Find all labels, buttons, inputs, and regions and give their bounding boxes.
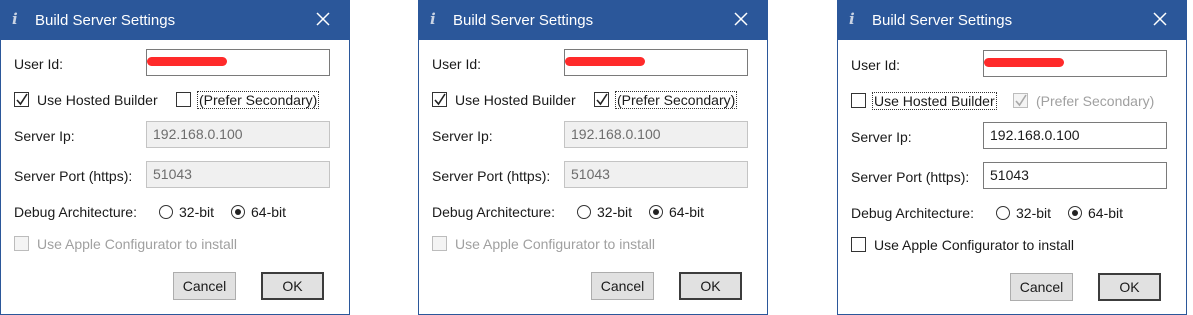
use-hosted-builder-label[interactable]: Use Hosted Builder	[872, 92, 997, 110]
server-ip-label: Server Ip:	[432, 128, 493, 144]
redaction-mark	[984, 58, 1064, 67]
prefer-secondary-label[interactable]: (Prefer Secondary)	[197, 91, 320, 109]
arch-64-bit-radio[interactable]	[231, 205, 245, 219]
arch-32-bit-label[interactable]: 32-bit	[597, 204, 632, 220]
user-id-input[interactable]	[146, 49, 330, 76]
server-ip-label: Server Ip:	[851, 129, 912, 145]
debug-architecture-label: Debug Architecture:	[851, 205, 974, 221]
server-ip-label: Server Ip:	[14, 128, 75, 144]
apple-configurator-label[interactable]: Use Apple Configurator to install	[37, 236, 237, 252]
dialog-title: Build Server Settings	[35, 12, 176, 29]
arch-32-bit-label[interactable]: 32-bit	[179, 204, 214, 220]
server-port-input[interactable]: 51043	[146, 161, 330, 188]
server-port-label: Server Port (https):	[432, 168, 551, 184]
user-id-label: User Id:	[432, 56, 482, 72]
arch-32-bit-radio[interactable]	[577, 205, 591, 219]
arch-32-bit-label[interactable]: 32-bit	[1016, 205, 1051, 221]
prefer-secondary-checkbox[interactable]	[1013, 93, 1028, 108]
dialog-title: Build Server Settings	[872, 12, 1013, 29]
apple-configurator-label[interactable]: Use Apple Configurator to install	[874, 237, 1074, 253]
use-hosted-builder-label[interactable]: Use Hosted Builder	[37, 92, 158, 108]
close-icon[interactable]	[313, 8, 333, 30]
prefer-secondary-label[interactable]: (Prefer Secondary)	[615, 91, 738, 109]
info-icon: i	[12, 10, 18, 28]
info-icon: i	[430, 10, 436, 28]
apple-configurator-checkbox[interactable]	[432, 236, 447, 251]
build-server-settings-dialog-1: i Build Server Settings User Id: Use Hos…	[0, 0, 350, 315]
arch-32-bit-radio[interactable]	[159, 205, 173, 219]
server-port-label: Server Port (https):	[851, 169, 970, 185]
prefer-secondary-label[interactable]: (Prefer Secondary)	[1036, 93, 1154, 109]
build-server-settings-dialog-2: i Build Server Settings User Id: Use Hos…	[418, 0, 768, 315]
user-id-input[interactable]	[564, 49, 748, 76]
debug-architecture-label: Debug Architecture:	[432, 204, 555, 220]
server-port-label: Server Port (https):	[14, 168, 133, 184]
cancel-button[interactable]: Cancel	[173, 272, 236, 300]
arch-64-bit-label[interactable]: 64-bit	[251, 204, 286, 220]
use-hosted-builder-checkbox[interactable]	[14, 92, 29, 107]
arch-64-bit-label[interactable]: 64-bit	[669, 204, 704, 220]
use-hosted-builder-checkbox[interactable]	[432, 92, 447, 107]
dialog-title: Build Server Settings	[453, 12, 594, 29]
use-hosted-builder-checkbox[interactable]	[851, 93, 866, 108]
info-icon: i	[849, 10, 855, 28]
build-server-settings-dialog-3: i Build Server Settings User Id: Use Hos…	[837, 0, 1187, 315]
ok-button[interactable]: OK	[679, 272, 742, 300]
arch-64-bit-radio[interactable]	[649, 205, 663, 219]
server-ip-input[interactable]: 192.168.0.100	[983, 122, 1167, 149]
apple-configurator-checkbox[interactable]	[14, 236, 29, 251]
server-ip-input[interactable]: 192.168.0.100	[146, 121, 330, 148]
user-id-label: User Id:	[851, 57, 901, 73]
close-icon[interactable]	[731, 8, 751, 30]
server-port-input[interactable]: 51043	[564, 161, 748, 188]
server-port-input[interactable]: 51043	[983, 162, 1167, 189]
close-icon[interactable]	[1150, 8, 1170, 30]
prefer-secondary-checkbox[interactable]	[176, 92, 191, 107]
apple-configurator-label[interactable]: Use Apple Configurator to install	[455, 236, 655, 252]
checkmark-icon	[1015, 94, 1027, 107]
title-bar: i Build Server Settings	[419, 1, 767, 40]
arch-32-bit-radio[interactable]	[996, 206, 1010, 220]
cancel-button[interactable]: Cancel	[591, 272, 654, 300]
use-hosted-builder-label[interactable]: Use Hosted Builder	[455, 92, 576, 108]
ok-button[interactable]: OK	[1098, 273, 1161, 301]
server-ip-input[interactable]: 192.168.0.100	[564, 121, 748, 148]
checkmark-icon	[16, 93, 28, 106]
arch-64-bit-label[interactable]: 64-bit	[1088, 205, 1123, 221]
radio-selected-dot	[1072, 210, 1078, 216]
checkmark-icon	[596, 93, 608, 106]
apple-configurator-checkbox[interactable]	[851, 237, 866, 252]
checkmark-icon	[434, 93, 446, 106]
radio-selected-dot	[235, 209, 241, 215]
ok-button[interactable]: OK	[261, 272, 324, 300]
radio-selected-dot	[653, 209, 659, 215]
user-id-label: User Id:	[14, 56, 64, 72]
arch-64-bit-radio[interactable]	[1068, 206, 1082, 220]
title-bar: i Build Server Settings	[1, 1, 349, 40]
redaction-mark	[565, 57, 645, 66]
user-id-input[interactable]	[983, 50, 1167, 77]
cancel-button[interactable]: Cancel	[1010, 273, 1073, 301]
debug-architecture-label: Debug Architecture:	[14, 204, 137, 220]
prefer-secondary-checkbox[interactable]	[594, 92, 609, 107]
title-bar: i Build Server Settings	[838, 1, 1186, 40]
redaction-mark	[147, 57, 227, 66]
